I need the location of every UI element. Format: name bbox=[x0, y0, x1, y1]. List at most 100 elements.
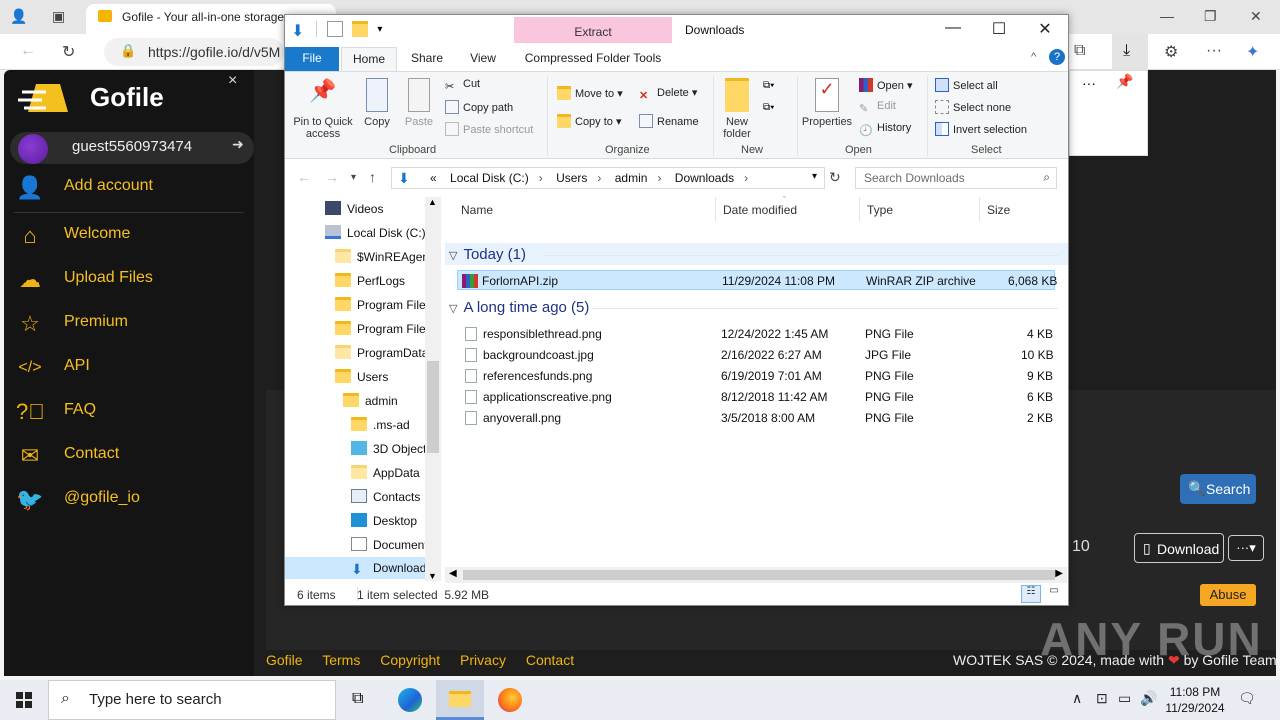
tree-item-3d-objects[interactable]: 3D Objects bbox=[351, 441, 432, 463]
footer-link-copyright[interactable]: Copyright bbox=[380, 652, 440, 668]
breadcrumb-local-disk[interactable]: Local Disk (C:) bbox=[450, 171, 529, 185]
downloads-browser-button[interactable]: ⤓ bbox=[1112, 34, 1148, 70]
explorer-taskbar-button[interactable] bbox=[436, 680, 484, 720]
tab-view[interactable]: View bbox=[461, 47, 505, 71]
tree-item-program-files-x86[interactable]: Program Files bbox=[335, 321, 432, 343]
tab-compressed-folder-tools[interactable]: Compressed Folder Tools bbox=[521, 47, 665, 71]
tree-item-perflogs[interactable]: PerfLogs bbox=[335, 273, 405, 295]
edit-button[interactable]: ✎ Edit bbox=[859, 100, 896, 116]
tree-scrollbar-thumb[interactable] bbox=[427, 361, 439, 453]
copy-path-button[interactable]: Copy path bbox=[445, 100, 513, 114]
scroll-down-icon[interactable]: ▼ bbox=[428, 571, 437, 581]
sidebar-item-api[interactable]: </> API bbox=[14, 348, 244, 388]
address-dropdown-icon[interactable]: ▾ bbox=[812, 171, 817, 182]
more-icon[interactable]: ··· bbox=[1206, 42, 1222, 60]
close-browser-button[interactable]: ✕ bbox=[1250, 8, 1262, 25]
paste-shortcut-button[interactable]: Paste shortcut bbox=[445, 122, 533, 136]
new-folder-button[interactable]: New folder bbox=[717, 78, 757, 140]
sidebar-item-welcome[interactable]: ⌂ Welcome bbox=[14, 216, 244, 256]
sidebar-item-faq[interactable]: ?⃝ FAQ bbox=[14, 392, 244, 432]
file-row[interactable]: backgroundcoast.jpg 2/16/2022 6:27 AM JP… bbox=[457, 345, 1055, 365]
task-view-button[interactable]: ⧉ bbox=[336, 680, 384, 720]
breadcrumb-downloads[interactable]: Downloads bbox=[675, 171, 734, 185]
column-header-date[interactable]: Date modified bbox=[723, 203, 797, 217]
maximize-button[interactable]: ☐ bbox=[977, 19, 1021, 43]
tree-item-videos[interactable]: Videos bbox=[325, 201, 383, 223]
history-button[interactable]: 🕘 History bbox=[859, 122, 911, 138]
taskbar-search-input[interactable]: ⌕ Type here to search bbox=[48, 680, 336, 720]
tab-home[interactable]: Home bbox=[341, 47, 397, 71]
file-row[interactable]: applicationscreative.png 8/12/2018 11:42… bbox=[457, 387, 1055, 407]
network-icon[interactable]: ▭ bbox=[1118, 690, 1131, 707]
refresh-icon[interactable]: ↻ bbox=[62, 42, 75, 62]
meet-icon[interactable]: ⊡ bbox=[1096, 690, 1108, 707]
rename-button[interactable]: Rename bbox=[639, 114, 699, 128]
sidebar-item-contact[interactable]: ✉ Contact bbox=[14, 436, 244, 476]
clock[interactable]: 11:08 PM 11/29/2024 bbox=[1162, 684, 1228, 716]
large-icons-view-icon[interactable]: ▭ bbox=[1045, 585, 1063, 603]
breadcrumb-admin[interactable]: admin bbox=[615, 171, 648, 185]
tree-item-desktop[interactable]: Desktop bbox=[351, 513, 417, 535]
move-to-button[interactable]: Move to ▾ bbox=[557, 86, 623, 100]
forward-icon[interactable]: → bbox=[325, 169, 339, 185]
new-folder-icon[interactable] bbox=[352, 21, 369, 37]
sidebar-item-premium[interactable]: ☆ Premium bbox=[14, 304, 244, 344]
collapse-ribbon-icon[interactable]: ^ bbox=[1031, 51, 1036, 63]
select-all-button[interactable]: Select all bbox=[935, 78, 998, 92]
close-button[interactable]: ✕ bbox=[1023, 19, 1067, 43]
footer-link-contact[interactable]: Contact bbox=[526, 652, 574, 668]
delete-button[interactable]: ✕ Delete ▾ bbox=[639, 86, 697, 103]
sidebar-item-add-account[interactable]: 👤 Add account bbox=[14, 168, 244, 208]
breadcrumb-users[interactable]: Users bbox=[556, 171, 587, 185]
more-icon[interactable]: ··· bbox=[1082, 75, 1096, 91]
properties-icon[interactable] bbox=[326, 21, 343, 37]
tree-item-local-disk[interactable]: Local Disk (C:) bbox=[325, 225, 426, 247]
up-icon[interactable]: ↑ bbox=[369, 169, 376, 185]
group-header-long-ago[interactable]: ▽ A long time ago (5) bbox=[449, 299, 589, 316]
address-bar[interactable]: 🔒 https://gofile.io/d/v5M bbox=[104, 38, 284, 66]
tree-item-programdata[interactable]: ProgramData bbox=[335, 345, 428, 367]
scroll-up-icon[interactable]: ▲ bbox=[428, 197, 437, 207]
tree-item-appdata[interactable]: AppData bbox=[351, 465, 420, 487]
sidebar-item-twitter[interactable]: 🐦 @gofile_io bbox=[14, 480, 244, 520]
tree-item-contacts[interactable]: Contacts bbox=[351, 489, 420, 511]
easy-access-icon[interactable]: ⧉▾ bbox=[763, 102, 774, 113]
volume-icon[interactable]: 🔊 bbox=[1140, 690, 1157, 707]
tree-item-downloads[interactable]: ⬇ Downloads bbox=[351, 561, 432, 583]
back-icon[interactable]: ← bbox=[297, 169, 311, 185]
details-view-icon[interactable]: ☷ bbox=[1021, 585, 1041, 603]
breadcrumb-overflow[interactable]: « bbox=[430, 171, 437, 185]
tab-file[interactable]: File bbox=[285, 47, 339, 71]
extensions-icon[interactable]: ⚙ bbox=[1164, 42, 1178, 62]
minimize-browser-button[interactable]: — bbox=[1160, 8, 1174, 24]
tray-overflow-icon[interactable]: ∧ bbox=[1072, 690, 1082, 707]
file-row-forlornapi[interactable]: ForlornAPI.zip 11/29/2024 11:08 PM WinRA… bbox=[457, 270, 1057, 290]
search-button[interactable]: 🔍 Search bbox=[1180, 474, 1256, 504]
start-button[interactable] bbox=[0, 680, 48, 720]
tab-actions-icon[interactable]: ▣ bbox=[52, 8, 65, 25]
properties-button[interactable]: ✓ Properties bbox=[799, 78, 855, 128]
collections-icon[interactable]: ⧉ bbox=[1074, 42, 1085, 60]
footer-link-privacy[interactable]: Privacy bbox=[460, 652, 506, 668]
profile-icon[interactable]: 👤 bbox=[10, 8, 27, 25]
tree-item-ms-ad[interactable]: .ms-ad bbox=[351, 417, 410, 439]
download-button[interactable]: ▯ Download bbox=[1134, 533, 1224, 563]
cut-button[interactable]: ✂ Cut bbox=[445, 78, 480, 94]
copilot-icon[interactable]: ✦ bbox=[1246, 42, 1259, 62]
open-button[interactable]: Open ▾ bbox=[859, 78, 913, 92]
pin-quick-access-button[interactable]: 📌 Pin to Quick access bbox=[289, 78, 357, 140]
tree-item-documents[interactable]: Documents bbox=[351, 537, 434, 559]
chevron-right-icon[interactable]: › bbox=[597, 171, 601, 185]
column-header-size[interactable]: Size bbox=[987, 203, 1010, 217]
pin-icon[interactable]: 📌 bbox=[1116, 73, 1133, 90]
footer-link-gofile[interactable]: Gofile bbox=[266, 652, 303, 668]
file-row[interactable]: anyoverall.png 3/5/2018 8:00 AM PNG File… bbox=[457, 408, 1055, 428]
user-menu[interactable]: guest5560973474 ➜ bbox=[10, 132, 254, 164]
new-item-icon[interactable]: ⧉▾ bbox=[763, 80, 774, 91]
column-header-type[interactable]: Type bbox=[867, 203, 893, 217]
tab-share[interactable]: Share bbox=[405, 47, 449, 71]
scroll-left-icon[interactable]: ◀ bbox=[449, 568, 457, 579]
file-row[interactable]: responsiblethread.png 12/24/2022 1:45 AM… bbox=[457, 324, 1055, 344]
edge-taskbar-button[interactable] bbox=[386, 680, 434, 720]
notifications-icon[interactable]: 🗨 bbox=[1238, 690, 1256, 707]
